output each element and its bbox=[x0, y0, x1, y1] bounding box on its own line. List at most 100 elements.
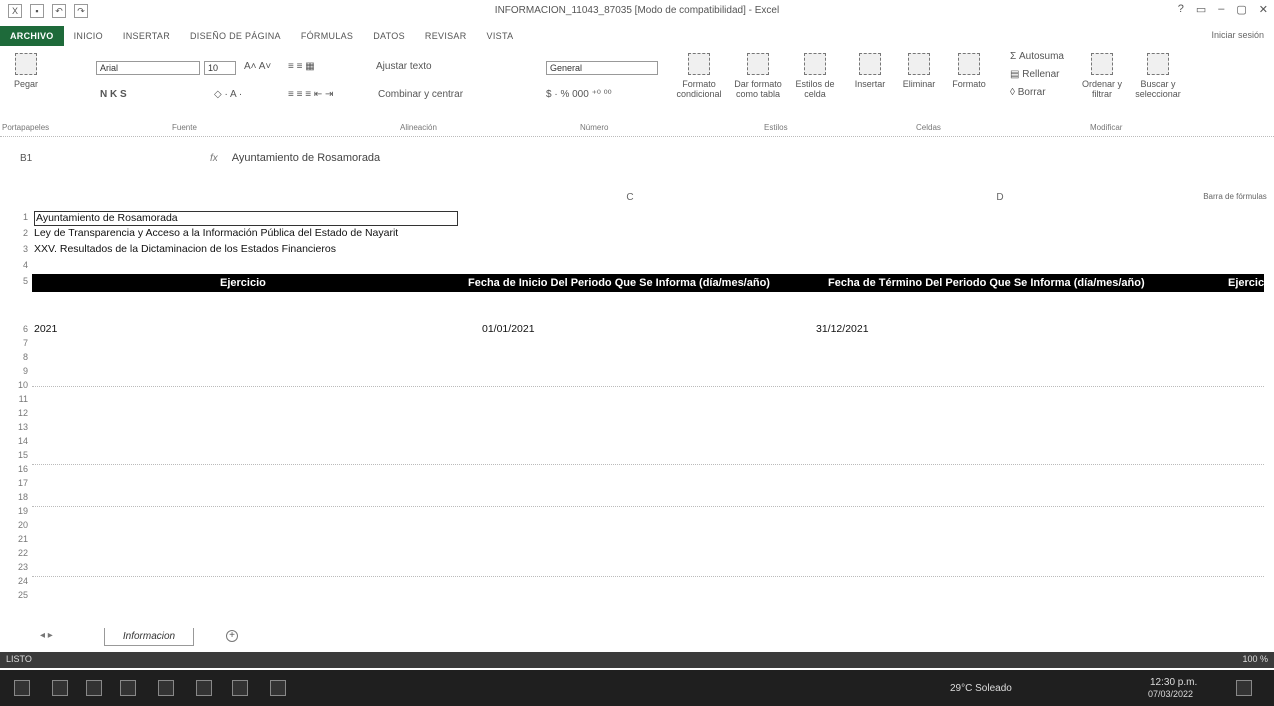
excel-taskbar-icon[interactable] bbox=[270, 680, 286, 696]
row-number[interactable]: 12 bbox=[16, 408, 28, 418]
column-header-c[interactable]: C bbox=[560, 192, 700, 206]
row-number[interactable]: 19 bbox=[16, 506, 28, 516]
merge-center-button[interactable]: Combinar y centrar bbox=[378, 89, 463, 100]
number-format-icons[interactable]: $ · % 000 ⁺⁰ ⁰⁰ bbox=[546, 89, 612, 100]
autosum-button[interactable]: Σ Autosuma bbox=[1010, 51, 1064, 62]
row-number[interactable]: 6 bbox=[16, 324, 28, 334]
alignment-top-icon[interactable]: ≡ ≡ ▦ bbox=[288, 61, 315, 72]
tab-archivo[interactable]: ARCHIVO bbox=[0, 26, 64, 46]
clock-date[interactable]: 07/03/2022 bbox=[1148, 689, 1193, 699]
row-number[interactable]: 16 bbox=[16, 464, 28, 474]
weather-widget[interactable]: 29°C Soleado bbox=[950, 683, 1012, 694]
row-number[interactable]: 18 bbox=[16, 492, 28, 502]
row-number[interactable]: 24 bbox=[16, 576, 28, 586]
grid-line bbox=[32, 576, 1264, 577]
tab-datos[interactable]: DATOS bbox=[363, 31, 415, 41]
row-number[interactable]: 2 bbox=[16, 228, 28, 238]
font-name-select[interactable]: Arial bbox=[96, 61, 200, 75]
insert-cells-button[interactable]: Insertar bbox=[848, 53, 892, 89]
row-number[interactable]: 8 bbox=[16, 352, 28, 362]
format-as-table-button[interactable]: Dar formato como tabla bbox=[730, 53, 786, 99]
cell-b1-selected[interactable]: Ayuntamiento de Rosamorada bbox=[34, 211, 458, 226]
row-number[interactable]: 7 bbox=[16, 338, 28, 348]
ribbon-display-button[interactable]: ▭ bbox=[1196, 3, 1206, 16]
add-sheet-icon[interactable]: + bbox=[226, 630, 238, 642]
font-size-select[interactable]: 10 bbox=[204, 61, 236, 75]
chrome-icon[interactable] bbox=[196, 680, 212, 696]
store-icon[interactable] bbox=[232, 680, 248, 696]
notifications-icon[interactable] bbox=[1236, 680, 1252, 696]
tab-revisar[interactable]: REVISAR bbox=[415, 31, 477, 41]
fill-button[interactable]: ▤ Rellenar bbox=[1010, 69, 1059, 80]
wrap-text-button[interactable]: Ajustar texto bbox=[376, 61, 432, 72]
cell-fecha-inicio-value[interactable]: 01/01/2021 bbox=[482, 323, 535, 335]
header-ejercicio[interactable]: Ejercicio bbox=[220, 277, 266, 289]
column-header-d[interactable]: D bbox=[930, 192, 1070, 206]
row-number[interactable]: 17 bbox=[16, 478, 28, 488]
row-number[interactable]: 15 bbox=[16, 450, 28, 460]
zoom-level[interactable]: 100 % bbox=[1242, 654, 1268, 664]
cortana-icon[interactable] bbox=[86, 680, 102, 696]
cell-b2[interactable]: Ley de Transparencia y Acceso a la Infor… bbox=[34, 227, 398, 239]
formula-input[interactable]: Ayuntamiento de Rosamorada bbox=[232, 152, 380, 164]
signin-link[interactable]: Iniciar sesión bbox=[1211, 30, 1264, 40]
conditional-format-button[interactable]: Formato condicional bbox=[672, 53, 726, 99]
spreadsheet-grid[interactable]: 1 2 3 4 5 6 7 8 9 10 11 12 13 14 15 16 1… bbox=[0, 208, 1274, 628]
row-number[interactable]: 9 bbox=[16, 366, 28, 376]
paste-icon bbox=[15, 53, 37, 75]
task-view-icon[interactable] bbox=[120, 680, 136, 696]
fx-icon[interactable]: fx bbox=[210, 153, 218, 164]
row-number[interactable]: 4 bbox=[16, 260, 28, 270]
row-number[interactable]: 23 bbox=[16, 562, 28, 572]
header-fecha-inicio[interactable]: Fecha de Inicio Del Periodo Que Se Infor… bbox=[468, 277, 770, 289]
row-number[interactable]: 25 bbox=[16, 590, 28, 600]
number-format-select[interactable]: General bbox=[546, 61, 658, 75]
row-number[interactable]: 10 bbox=[16, 380, 28, 390]
paste-button[interactable]: Pegar bbox=[8, 53, 44, 89]
sheet-tab-informacion[interactable]: Informacion bbox=[104, 628, 194, 646]
cell-fecha-termino-value[interactable]: 31/12/2021 bbox=[816, 323, 869, 335]
row-number[interactable]: 13 bbox=[16, 422, 28, 432]
row-number[interactable]: 21 bbox=[16, 534, 28, 544]
tab-diseno-pagina[interactable]: DISEÑO DE PÁGINA bbox=[180, 31, 291, 41]
minimize-button[interactable]: – bbox=[1218, 3, 1224, 16]
find-select-button[interactable]: Buscar y seleccionar bbox=[1128, 53, 1188, 99]
cell-styles-button[interactable]: Estilos de celda bbox=[790, 53, 840, 99]
maximize-button[interactable]: ▢ bbox=[1236, 3, 1246, 16]
clear-button[interactable]: ◊ Borrar bbox=[1010, 87, 1046, 98]
row-number[interactable]: 14 bbox=[16, 436, 28, 446]
cell-b3[interactable]: XXV. Resultados de la Dictaminacion de l… bbox=[34, 243, 336, 255]
sheet-nav-icon[interactable]: ◂ ▸ bbox=[40, 630, 53, 641]
row-number[interactable]: 22 bbox=[16, 548, 28, 558]
close-button[interactable]: ✕ bbox=[1259, 3, 1268, 16]
grid-line bbox=[32, 386, 1264, 387]
delete-cells-button[interactable]: Eliminar bbox=[896, 53, 942, 89]
row-number[interactable]: 3 bbox=[16, 244, 28, 254]
insert-cells-label: Insertar bbox=[854, 79, 886, 89]
tab-vista[interactable]: VISTA bbox=[477, 31, 524, 41]
format-cells-button[interactable]: Formato bbox=[946, 53, 992, 89]
row-number[interactable]: 1 bbox=[16, 212, 28, 222]
row-number[interactable]: 5 bbox=[16, 276, 28, 286]
font-grow-shrink-icon[interactable]: A˄ A˅ bbox=[244, 61, 271, 72]
search-icon[interactable] bbox=[52, 680, 68, 696]
header-fecha-termino[interactable]: Fecha de Término Del Periodo Que Se Info… bbox=[828, 277, 1145, 289]
windows-start-icon[interactable] bbox=[14, 680, 30, 696]
font-style-buttons[interactable]: N K S bbox=[100, 89, 127, 100]
font-color-icon[interactable]: ◇ · A · bbox=[214, 89, 242, 100]
cell-ejercicio-value[interactable]: 2021 bbox=[34, 323, 57, 335]
group-portapapeles: Portapapeles bbox=[2, 123, 50, 132]
header-ejercicio-2[interactable]: Ejercici bbox=[1228, 277, 1267, 289]
sort-filter-button[interactable]: Ordenar y filtrar bbox=[1080, 53, 1124, 99]
format-as-table-label: Dar formato como tabla bbox=[734, 79, 782, 99]
name-box[interactable]: B1 bbox=[0, 153, 60, 164]
help-button[interactable]: ? bbox=[1178, 3, 1184, 16]
clock-time[interactable]: 12:30 p.m. bbox=[1150, 677, 1197, 688]
alignment-bottom-icon[interactable]: ≡ ≡ ≡ ⇤ ⇥ bbox=[288, 89, 333, 100]
row-number[interactable]: 11 bbox=[16, 394, 28, 404]
row-number[interactable]: 20 bbox=[16, 520, 28, 530]
tab-insertar[interactable]: INSERTAR bbox=[113, 31, 180, 41]
file-explorer-icon[interactable] bbox=[158, 680, 174, 696]
tab-inicio[interactable]: INICIO bbox=[64, 31, 113, 41]
tab-formulas[interactable]: FÓRMULAS bbox=[291, 31, 363, 41]
